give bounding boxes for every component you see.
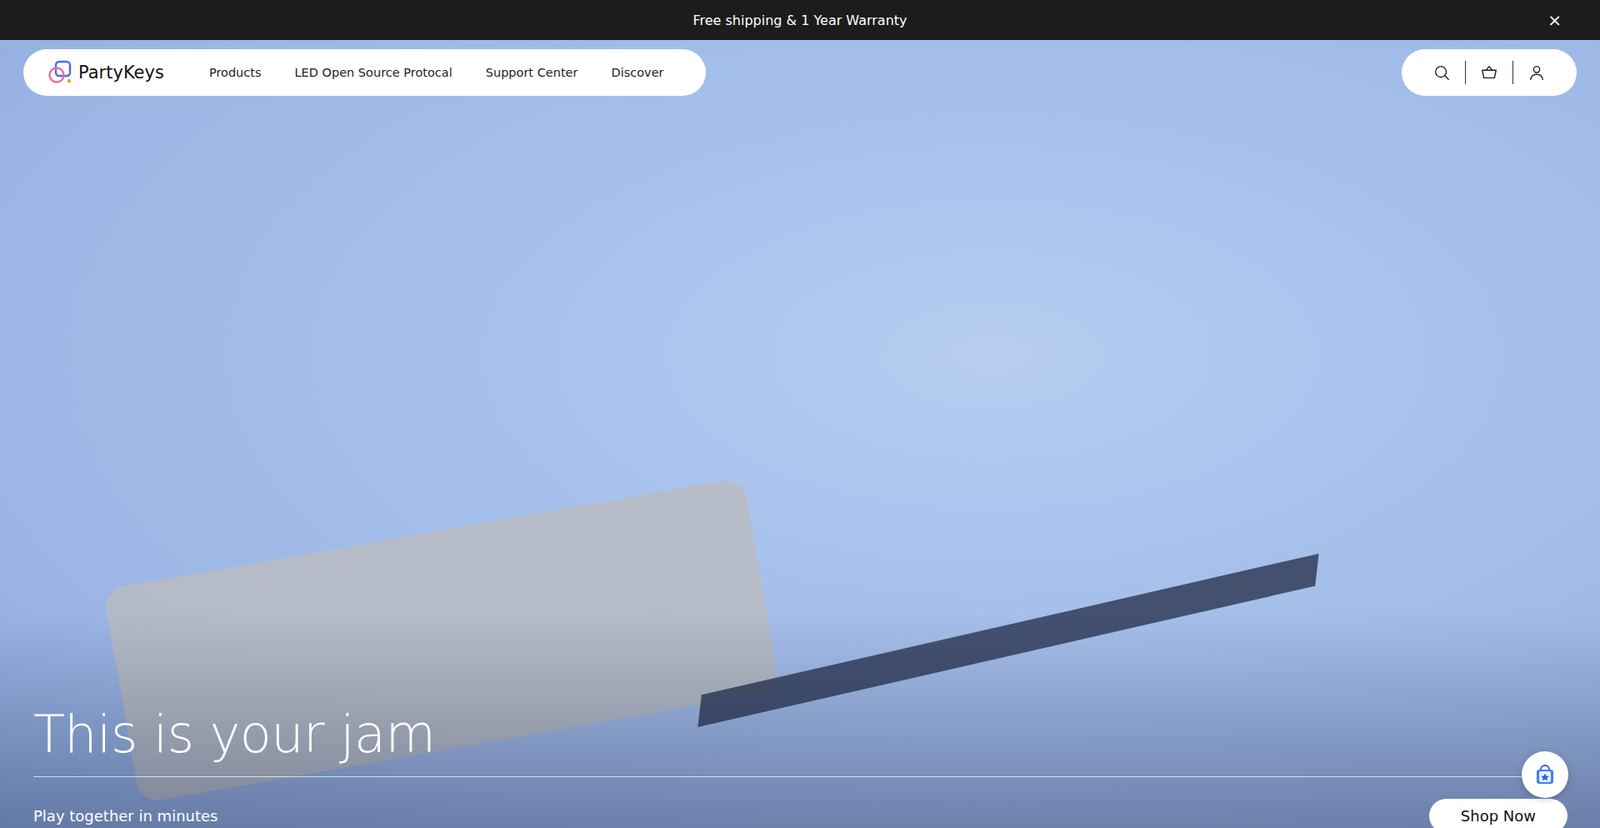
nav-item[interactable]: Discover xyxy=(610,65,664,80)
divider xyxy=(1465,60,1466,85)
announcement-text: Free shipping & 1 Year Warranty xyxy=(692,12,907,29)
user-icon xyxy=(1527,63,1546,82)
announcement-bar: Free shipping & 1 Year Warranty × xyxy=(0,0,1600,40)
nav-item[interactable]: LED Open Source Protocal xyxy=(295,65,453,80)
hero-divider xyxy=(33,775,1567,777)
logo-icon xyxy=(46,59,74,86)
main-nav: PartyKeys Products LED Open Source Protoca… xyxy=(23,49,706,96)
hero-caption: This is your jam Play together in minutes… xyxy=(33,704,1567,828)
nav-item[interactable]: Support Center xyxy=(485,65,579,80)
hero-row: Play together in minutes Shop Now xyxy=(33,798,1567,828)
hero-title: This is your jam xyxy=(33,704,1567,765)
hero-banner: PartyKeys Products LED Open Source Protoca… xyxy=(0,40,1600,828)
shop-now-button[interactable]: Shop Now xyxy=(1429,798,1568,828)
shop-chat-button[interactable] xyxy=(1521,750,1569,798)
nav-item[interactable]: Products xyxy=(209,65,262,80)
brand-logo[interactable]: PartyKeys xyxy=(46,59,165,86)
shopping-bag-icon xyxy=(1532,761,1558,787)
close-button[interactable]: × xyxy=(1547,10,1562,30)
divider xyxy=(1512,60,1514,85)
header-tools xyxy=(1401,49,1577,96)
search-button[interactable] xyxy=(1418,63,1465,82)
hero-subtitle: Play together in minutes xyxy=(33,806,218,825)
search-icon xyxy=(1432,63,1451,82)
basket-icon xyxy=(1480,63,1499,82)
brand-name: PartyKeys xyxy=(78,62,165,83)
cart-button[interactable] xyxy=(1465,63,1513,82)
account-button[interactable] xyxy=(1513,63,1560,82)
